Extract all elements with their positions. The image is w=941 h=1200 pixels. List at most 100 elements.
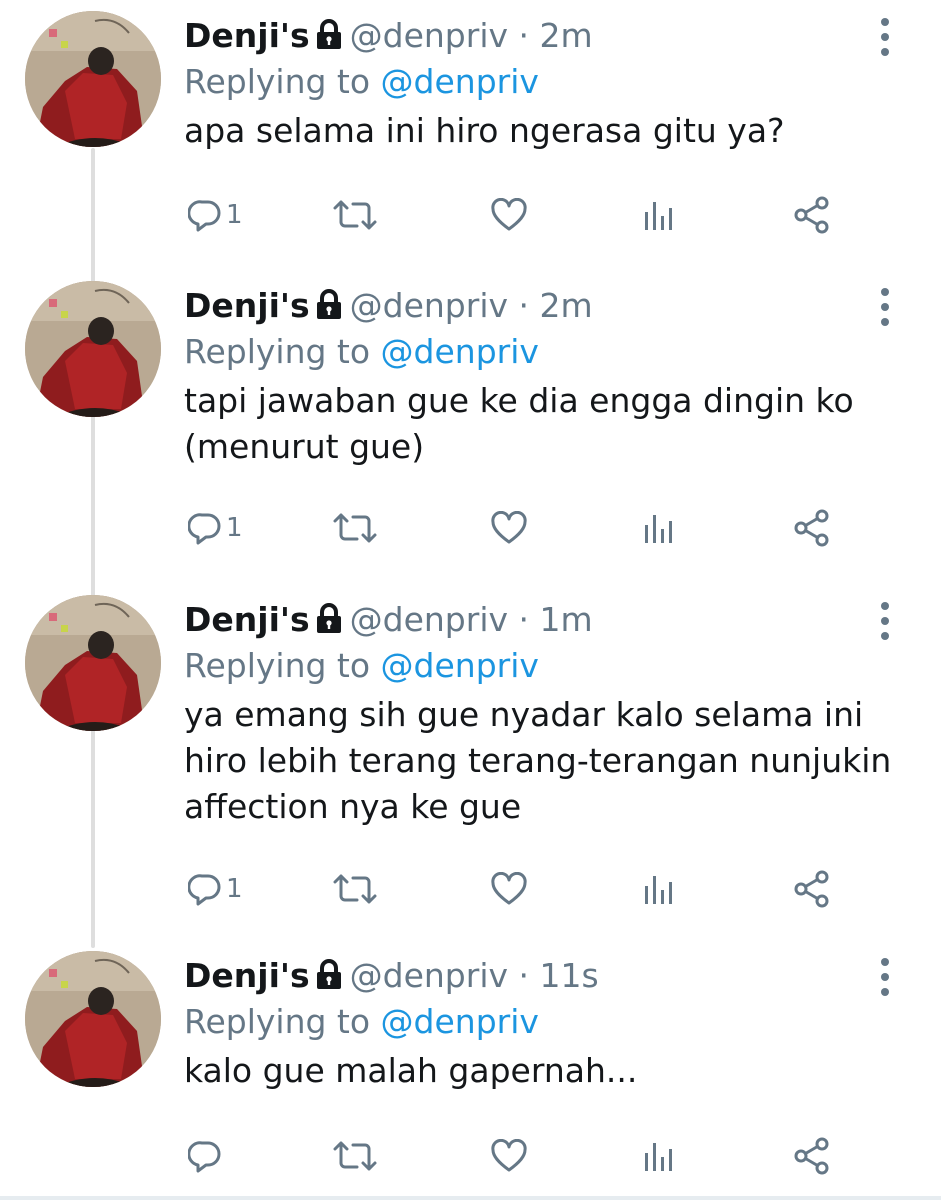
share-icon — [794, 196, 829, 234]
reply-button[interactable]: 1 — [188, 506, 243, 550]
reply-count: 1 — [226, 513, 243, 543]
analytics-button[interactable] — [643, 867, 677, 911]
tweet-actions: 1 — [0, 867, 941, 911]
replying-to-label: Replying to — [184, 1002, 371, 1041]
analytics-button[interactable] — [643, 1134, 677, 1178]
analytics-icon — [645, 1143, 672, 1171]
avatar-image — [25, 11, 161, 147]
avatar[interactable] — [25, 11, 161, 147]
avatar-image — [25, 281, 161, 417]
display-name[interactable]: Denji's — [184, 286, 310, 325]
tweet-text: ya emang sih gue nyadar kalo selama ini … — [184, 695, 892, 826]
tweet-header: Denji's @denpriv · 2m — [184, 286, 593, 329]
analytics-icon — [645, 876, 672, 904]
separator-dot: · — [518, 286, 530, 325]
analytics-icon — [645, 515, 672, 543]
timestamp[interactable]: 1m — [540, 600, 593, 639]
replying-to-label: Replying to — [184, 332, 371, 371]
heart-icon — [491, 1139, 527, 1172]
analytics-button[interactable] — [643, 506, 677, 550]
analytics-icon — [645, 202, 672, 230]
share-button[interactable] — [792, 193, 832, 237]
like-button[interactable] — [490, 867, 528, 911]
tweet-actions: 1 — [0, 506, 941, 550]
tweet-actions — [0, 1134, 941, 1178]
more-vertical-icon[interactable] — [876, 288, 894, 328]
share-icon — [794, 1137, 829, 1175]
avatar[interactable] — [25, 595, 161, 731]
share-icon — [794, 509, 829, 547]
lock-icon — [314, 602, 344, 643]
reply-button[interactable]: 1 — [188, 193, 243, 237]
replying-to-handle[interactable]: @denpriv — [381, 332, 539, 371]
tweet-header: Denji's @denpriv · 1m — [184, 600, 593, 643]
lock-icon — [314, 288, 344, 329]
replying-to: Replying to @denpriv — [184, 61, 539, 103]
tweet-text: apa selama ini hiro ngerasa gitu ya? — [184, 111, 785, 150]
avatar[interactable] — [25, 281, 161, 417]
tweet-actions: 1 — [0, 193, 941, 237]
tweet-header: Denji's @denpriv · 2m — [184, 16, 593, 59]
handle[interactable]: @denpriv — [350, 956, 508, 995]
share-button[interactable] — [792, 506, 832, 550]
tweet-text: tapi jawaban gue ke dia engga dingin ko … — [184, 381, 854, 466]
reply-icon — [188, 1141, 221, 1173]
avatar-image — [25, 951, 161, 1087]
like-button[interactable] — [490, 193, 528, 237]
timestamp[interactable]: 2m — [540, 286, 593, 325]
tweet-text: kalo gue malah gapernah... — [184, 1051, 638, 1090]
display-name[interactable]: Denji's — [184, 956, 310, 995]
replying-to-label: Replying to — [184, 646, 371, 685]
separator-dot: · — [518, 956, 530, 995]
avatar-image — [25, 595, 161, 731]
heart-icon — [491, 198, 527, 231]
retweet-icon — [333, 513, 377, 543]
bottom-divider — [0, 1196, 941, 1200]
handle[interactable]: @denpriv — [350, 16, 508, 55]
replying-to-handle[interactable]: @denpriv — [381, 62, 539, 101]
retweet-icon — [333, 1141, 377, 1171]
reply-button[interactable]: 1 — [188, 867, 243, 911]
more-vertical-icon[interactable] — [876, 602, 894, 642]
lock-icon — [314, 958, 344, 999]
share-icon — [794, 870, 829, 908]
replying-to-label: Replying to — [184, 62, 371, 101]
replying-to-handle[interactable]: @denpriv — [381, 646, 539, 685]
retweet-icon — [333, 874, 377, 904]
retweet-button[interactable] — [331, 506, 379, 550]
share-button[interactable] — [792, 867, 832, 911]
timestamp[interactable]: 2m — [540, 16, 593, 55]
heart-icon — [491, 872, 527, 905]
separator-dot: · — [518, 600, 530, 639]
retweet-icon — [333, 200, 377, 230]
reply-button[interactable] — [188, 1134, 226, 1178]
lock-icon — [314, 18, 344, 59]
replying-to: Replying to @denpriv — [184, 645, 539, 687]
reply-icon — [188, 874, 221, 906]
reply-count: 1 — [226, 874, 243, 904]
like-button[interactable] — [490, 506, 528, 550]
avatar[interactable] — [25, 951, 161, 1087]
reply-icon — [188, 513, 221, 545]
display-name[interactable]: Denji's — [184, 600, 310, 639]
like-button[interactable] — [490, 1134, 528, 1178]
retweet-button[interactable] — [331, 867, 379, 911]
reply-count: 1 — [226, 200, 243, 230]
reply-icon — [188, 200, 221, 232]
handle[interactable]: @denpriv — [350, 600, 508, 639]
replying-to-handle[interactable]: @denpriv — [381, 1002, 539, 1041]
replying-to: Replying to @denpriv — [184, 331, 539, 373]
display-name[interactable]: Denji's — [184, 16, 310, 55]
handle[interactable]: @denpriv — [350, 286, 508, 325]
timestamp[interactable]: 11s — [540, 956, 599, 995]
heart-icon — [491, 511, 527, 544]
share-button[interactable] — [792, 1134, 832, 1178]
retweet-button[interactable] — [331, 193, 379, 237]
tweet-header: Denji's @denpriv · 11s — [184, 956, 599, 999]
analytics-button[interactable] — [643, 193, 677, 237]
retweet-button[interactable] — [331, 1134, 379, 1178]
separator-dot: · — [518, 16, 530, 55]
more-vertical-icon[interactable] — [876, 18, 894, 58]
replying-to: Replying to @denpriv — [184, 1001, 539, 1043]
more-vertical-icon[interactable] — [876, 958, 894, 998]
